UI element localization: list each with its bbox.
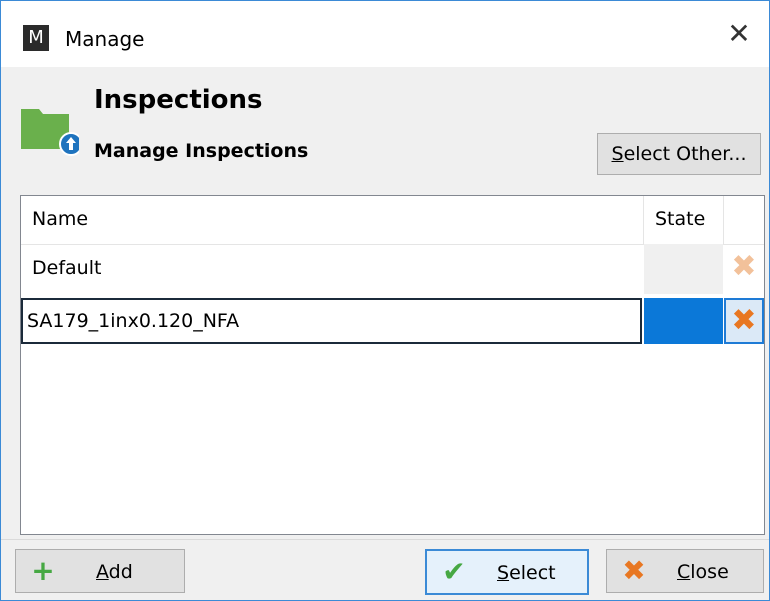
column-divider	[723, 196, 724, 244]
add-label-rest: dd	[108, 561, 133, 583]
inspections-list[interactable]: Name State Default ✖ ✖	[20, 195, 765, 535]
close-hotkey: C	[677, 561, 691, 583]
row-state	[644, 244, 723, 294]
window-title: Manage	[65, 27, 145, 51]
add-button[interactable]: + Add	[15, 549, 185, 593]
column-header-row: Name State	[21, 196, 764, 245]
select-label-rest: elect	[509, 562, 556, 584]
plus-icon: +	[31, 554, 55, 587]
checkmark-icon: ✔	[442, 555, 466, 588]
select-label: Select	[497, 559, 556, 587]
page-title: Inspections	[94, 85, 263, 115]
delete-row-button[interactable]: ✖	[724, 244, 764, 294]
row-state-selected	[644, 298, 723, 344]
close-button[interactable]: ✖ Close	[606, 549, 764, 593]
close-label-rest: lose	[690, 561, 729, 583]
select-other-hotkey: S	[611, 143, 624, 165]
select-hotkey: S	[497, 562, 510, 584]
close-icon[interactable]: ✕	[723, 18, 755, 50]
add-hotkey: A	[96, 561, 109, 583]
app-icon: M	[23, 25, 49, 51]
footer-divider	[1, 539, 769, 540]
select-button[interactable]: ✔ Select	[425, 549, 589, 595]
page-subtitle: Manage Inspections	[94, 140, 309, 162]
delete-x-icon: ✖	[731, 249, 757, 284]
manage-dialog: M Manage ✕ Inspections Manage Inspection…	[0, 0, 770, 601]
table-row[interactable]: Default ✖	[21, 244, 764, 294]
select-other-button[interactable]: Select Other...	[597, 133, 761, 175]
folder-upload-icon	[21, 109, 79, 156]
name-input[interactable]	[27, 306, 627, 336]
add-label: Add	[96, 558, 133, 586]
close-label: Close	[677, 558, 729, 586]
select-other-label: elect Other...	[623, 143, 747, 165]
title-bar: M Manage ✕	[1, 1, 769, 67]
column-header-state[interactable]: State	[655, 208, 705, 230]
table-row-editing[interactable]: ✖	[21, 298, 764, 346]
column-header-name[interactable]: Name	[32, 208, 88, 230]
column-divider	[643, 196, 644, 244]
x-icon: ✖	[622, 554, 646, 587]
row-name: Default	[32, 257, 102, 279]
name-edit-field[interactable]	[21, 298, 642, 344]
delete-row-button[interactable]: ✖	[724, 298, 764, 344]
delete-x-icon: ✖	[731, 303, 757, 338]
